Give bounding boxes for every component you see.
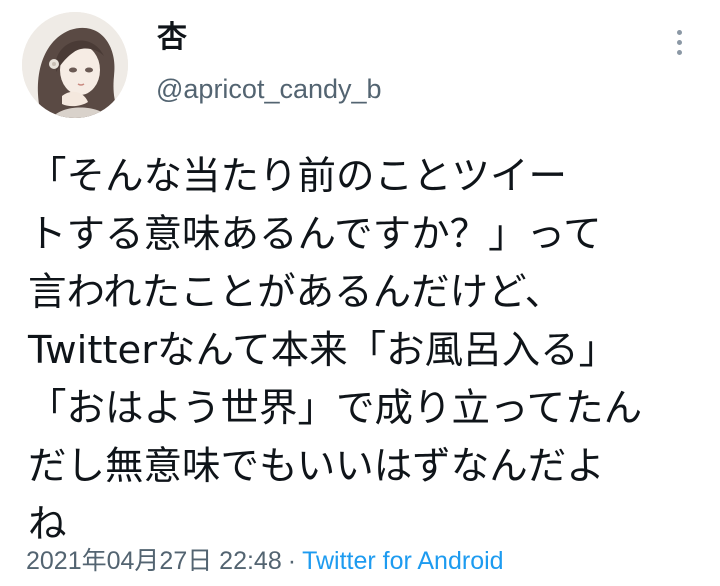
tweet-text-line: 言われたことがあるんだけど、	[28, 270, 564, 315]
more-vertical-icon	[676, 39, 682, 45]
tweet-text-line: 「おはよう世界」で成り立ってたん	[28, 386, 643, 431]
display-name[interactable]: 杏	[157, 20, 187, 56]
more-vertical-icon	[676, 49, 682, 55]
avatar-illustration	[22, 12, 128, 118]
tweet-text-line: だし無意味でもいいはずなんだよ	[28, 444, 605, 489]
tweet-text-line: 「そんな当たり前のことツイー	[28, 154, 568, 199]
user-handle[interactable]: @apricot_candy_b	[156, 72, 382, 106]
more-options-button[interactable]	[664, 20, 694, 64]
avatar[interactable]	[22, 12, 128, 118]
tweet-source-link[interactable]: Twitter for Android	[302, 547, 503, 575]
more-vertical-icon	[676, 29, 682, 35]
tweet-text-line: トする意味あるんですか？」って	[28, 212, 602, 257]
tweet-timestamp[interactable]: 2021年04月27日 22:48	[26, 547, 282, 575]
tweet-text-line: Twitterなんて本来「お風呂入る」	[28, 328, 618, 373]
tweet-text: 「そんな当たり前のことツイー トする意味あるんですか？」って 言われたことがある…	[28, 148, 704, 554]
meta-separator: ·	[287, 547, 297, 575]
tweet-meta: 2021年04月27日 22:48 · Twitter for Android	[26, 544, 504, 578]
